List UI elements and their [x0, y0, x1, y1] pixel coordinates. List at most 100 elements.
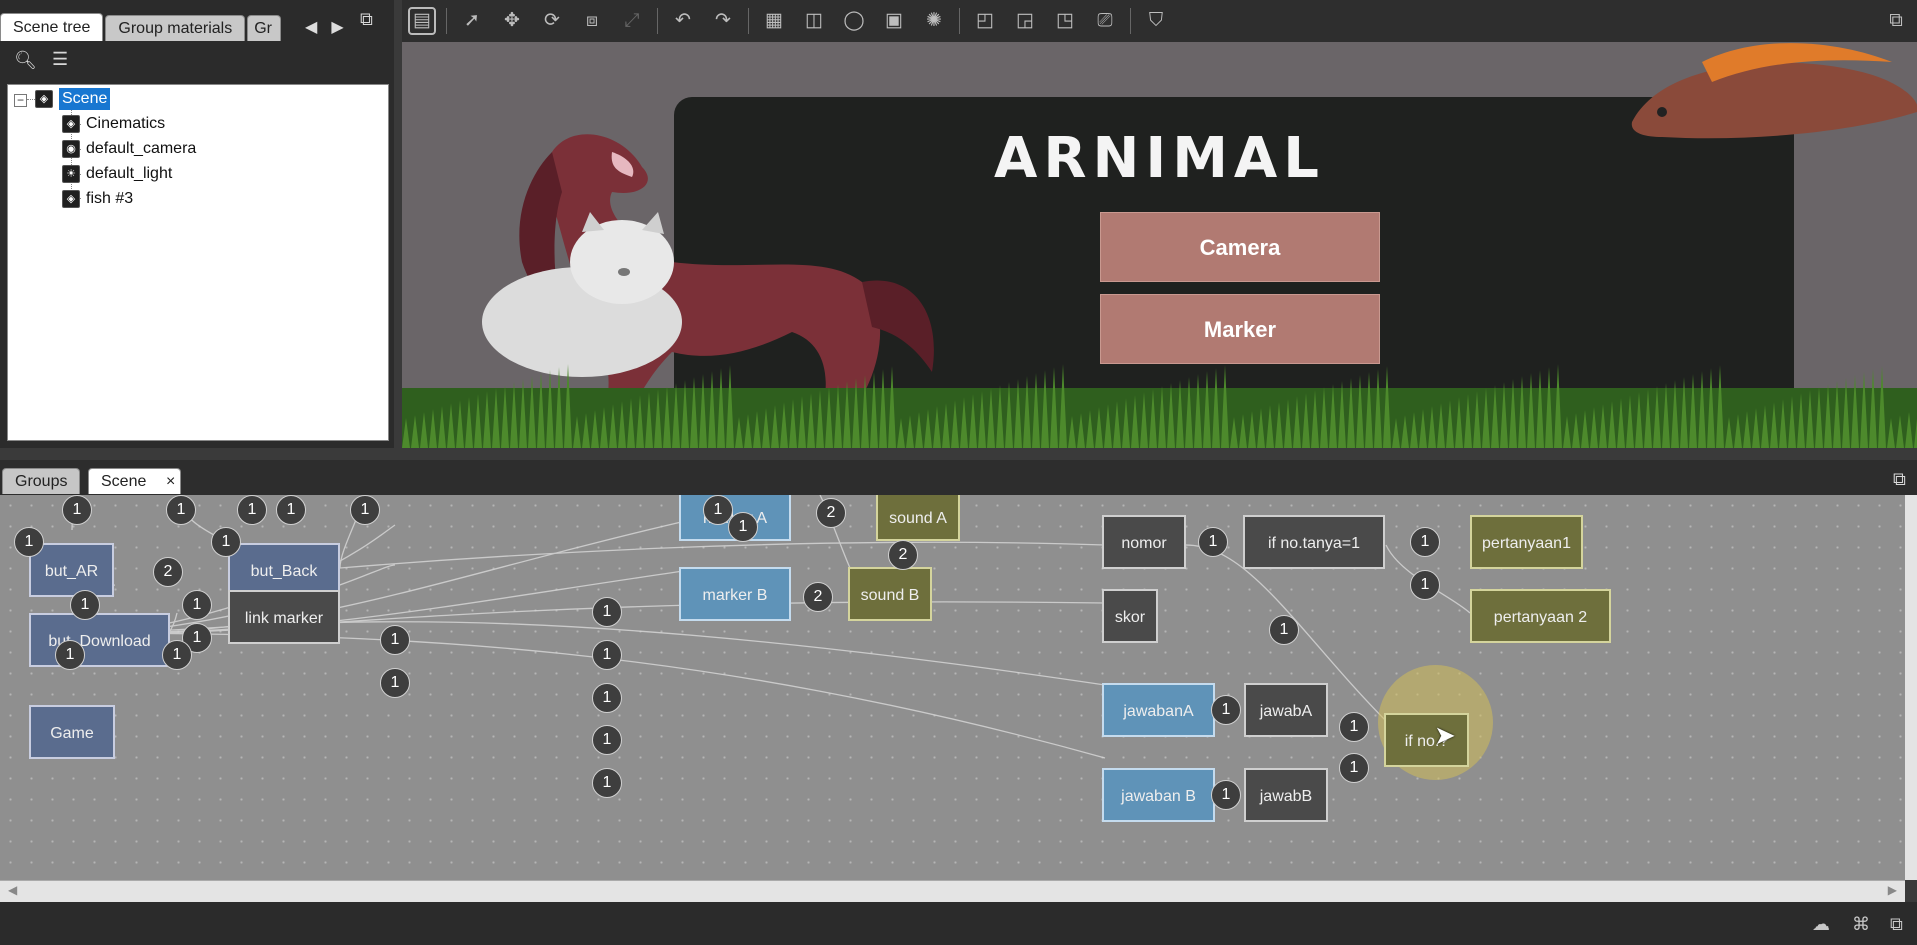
node-jawab-b[interactable]: jawabB	[1244, 768, 1328, 822]
horizontal-scrollbar[interactable]: ◀ ▶	[0, 880, 1905, 902]
box-top-icon[interactable]: ◳	[1050, 6, 1080, 36]
rotate-icon[interactable]: ⟳	[537, 6, 567, 36]
scale-icon[interactable]: ⧈	[577, 6, 607, 36]
port-badge[interactable]: 1	[350, 495, 380, 525]
move-icon[interactable]: ✥	[497, 6, 527, 36]
port-badge[interactable]: 1	[1339, 753, 1369, 783]
layout-icon[interactable]: ⧉	[1890, 914, 1903, 935]
scroll-right-icon[interactable]: ▶	[1888, 883, 1897, 897]
camera-button[interactable]: Camera	[1100, 212, 1380, 282]
port-badge[interactable]: 1	[1211, 695, 1241, 725]
port-badge[interactable]: 1	[592, 597, 622, 627]
shield-icon[interactable]: ⛉	[1141, 6, 1171, 36]
vertical-scrollbar[interactable]	[1905, 495, 1917, 880]
tab-groups[interactable]: Groups	[2, 468, 81, 494]
node-but-back[interactable]: but_Back	[228, 543, 340, 597]
port-badge[interactable]: 1	[70, 590, 100, 620]
cube-icon[interactable]: ◫	[799, 6, 829, 36]
port-badge[interactable]: 1	[380, 625, 410, 655]
port-badge[interactable]: 1	[1198, 527, 1228, 557]
search-icon[interactable]: 🔍︎	[14, 51, 37, 69]
node-nomor[interactable]: nomor	[1102, 515, 1186, 569]
node-pertanyaan1[interactable]: pertanyaan1	[1470, 515, 1583, 569]
port-badge[interactable]: 2	[888, 540, 918, 570]
undo-icon[interactable]: ↶	[668, 6, 698, 36]
tree-item-cinematics[interactable]: ◈ Cinematics	[62, 113, 165, 135]
texture-icon[interactable]: ▣	[879, 6, 909, 36]
world-axis-icon[interactable]: ⤢	[617, 6, 647, 36]
light-icon[interactable]: ✺	[919, 6, 949, 36]
node-if-no[interactable]: if no.?	[1384, 713, 1469, 767]
list-icon[interactable]: ☰	[52, 50, 68, 68]
box-front-icon[interactable]: ◰	[970, 6, 1000, 36]
port-badge[interactable]: 1	[1410, 527, 1440, 557]
port-badge[interactable]: 1	[182, 590, 212, 620]
node-sound-b[interactable]: sound B	[848, 567, 932, 621]
port-badge[interactable]: 1	[592, 683, 622, 713]
port-badge[interactable]: 1	[276, 495, 306, 525]
tree-item-default-light[interactable]: ☀ default_light	[62, 163, 172, 185]
node-but-ar[interactable]: but_AR	[29, 543, 114, 597]
tab-scene-tree[interactable]: Scene tree	[0, 13, 104, 41]
node-graph-canvas[interactable]: but_AR but_Back link marker but_Download…	[0, 495, 1905, 880]
tab-truncated[interactable]: Gr	[247, 15, 282, 41]
port-badge[interactable]: 1	[14, 527, 44, 557]
close-icon[interactable]: ×	[166, 473, 175, 491]
port-badge[interactable]: 1	[55, 640, 85, 670]
chevron-left-icon[interactable]: ◀	[305, 17, 317, 37]
network-icon[interactable]: ⌘	[1852, 914, 1870, 935]
port-badge[interactable]: 1	[162, 640, 192, 670]
grid-icon[interactable]: ▦	[759, 6, 789, 36]
node-if-no-tanya[interactable]: if no.tanya=1	[1243, 515, 1385, 569]
port-badge[interactable]: 1	[592, 725, 622, 755]
tree-item-default-camera[interactable]: ◉ default_camera	[62, 138, 196, 160]
camera-view-icon[interactable]: ⎚	[1090, 6, 1120, 36]
cloud-sync-icon[interactable]: ☁	[1812, 914, 1830, 935]
port-badge[interactable]: 1	[1339, 712, 1369, 742]
port-badge[interactable]: 1	[1211, 780, 1241, 810]
collapse-toggle[interactable]: −	[14, 94, 27, 107]
node-jawaban-a[interactable]: jawabanA	[1102, 683, 1215, 737]
view-mode-icon[interactable]: ▤	[408, 7, 436, 35]
box-side-icon[interactable]: ◲	[1010, 6, 1040, 36]
scroll-left-icon[interactable]: ◀	[8, 883, 17, 897]
undock-icon[interactable]: ⧉	[360, 10, 373, 28]
port-badge[interactable]: 1	[1269, 615, 1299, 645]
scene-tree: − ◈ Scene ◈ Cinematics ◉ default_camera …	[7, 84, 389, 441]
port-badge[interactable]: 2	[153, 557, 183, 587]
node-link-marker[interactable]: link marker	[228, 590, 340, 644]
tree-item-scene[interactable]: ◈ Scene	[35, 88, 111, 110]
port-badge[interactable]: 2	[803, 582, 833, 612]
scene-icon: ◈	[35, 90, 53, 108]
select-cursor-icon[interactable]: ➚	[457, 6, 487, 36]
left-tabstrip: Scene tree Group materials Gr	[0, 13, 283, 41]
undock-icon[interactable]: ⧉	[1893, 470, 1906, 488]
node-jawaban-b[interactable]: jawaban B	[1102, 768, 1215, 822]
node-jawab-a[interactable]: jawabA	[1244, 683, 1328, 737]
tree-label: fish #3	[86, 190, 134, 207]
node-sound-a[interactable]: sound A	[876, 495, 960, 541]
node-but-download[interactable]: but_Download	[29, 613, 170, 667]
sphere-icon[interactable]: ◯	[839, 6, 869, 36]
node-skor[interactable]: skor	[1102, 589, 1158, 643]
node-marker-b[interactable]: marker B	[679, 567, 791, 621]
port-badge[interactable]: 1	[237, 495, 267, 525]
maximize-icon[interactable]: ⧉	[1881, 6, 1911, 36]
separator	[1130, 8, 1131, 34]
scene-viewport[interactable]: ARNIMAL Camera Marker	[402, 42, 1917, 448]
tab-group-materials[interactable]: Group materials	[105, 15, 246, 41]
port-badge[interactable]: 1	[592, 768, 622, 798]
port-badge[interactable]: 1	[166, 495, 196, 525]
tree-item-fish[interactable]: ◈ fish #3	[62, 188, 133, 210]
port-badge[interactable]: 1	[1410, 570, 1440, 600]
port-badge[interactable]: 1	[211, 527, 241, 557]
node-pertanyaan2[interactable]: pertanyaan 2	[1470, 589, 1611, 643]
port-badge[interactable]: 1	[62, 495, 92, 525]
port-badge[interactable]: 2	[816, 498, 846, 528]
port-badge[interactable]: 1	[592, 640, 622, 670]
redo-icon[interactable]: ↷	[708, 6, 738, 36]
node-game[interactable]: Game	[29, 705, 115, 759]
port-badge[interactable]: 1	[380, 668, 410, 698]
chevron-right-icon[interactable]: ▶	[331, 17, 343, 37]
port-badge[interactable]: 1	[728, 512, 758, 542]
